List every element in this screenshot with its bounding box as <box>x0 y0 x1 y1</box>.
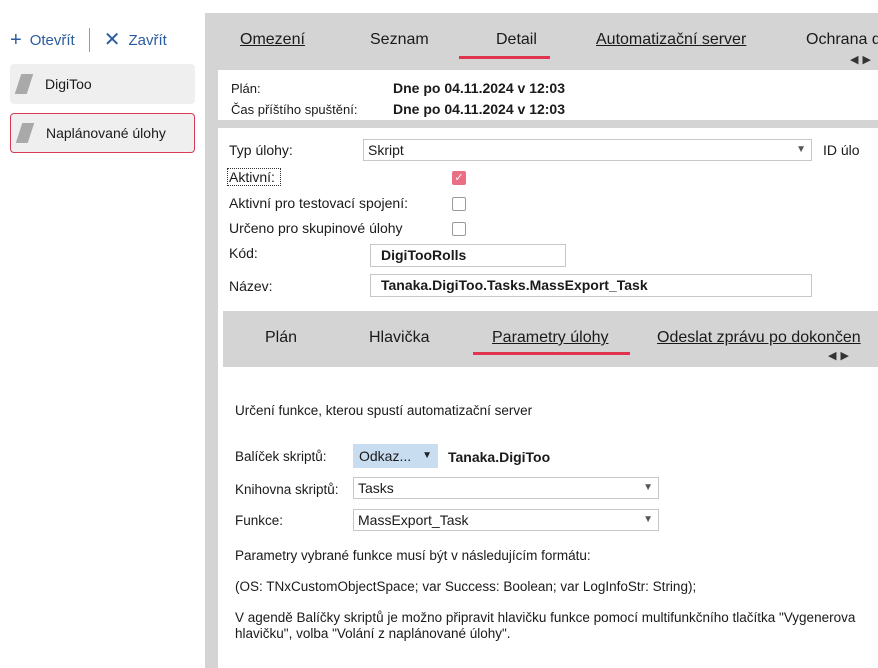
task-form: Typ úlohy: Skript ▼ ID úlo Aktivní: ✓ Ak… <box>218 128 878 668</box>
next-run-value: Dne po 04.11.2024 v 12:03 <box>393 101 565 117</box>
code-label: Kód: <box>229 245 258 261</box>
tab-label: Plán <box>265 329 298 346</box>
tab-seznam[interactable]: Seznam <box>370 31 429 49</box>
tab-parametry[interactable]: Parametry úlohy <box>492 329 609 347</box>
tab-label: Seznam <box>370 31 429 48</box>
package-button-label: Odkaz... <box>359 448 412 464</box>
chevron-down-icon: ▼ <box>643 514 653 525</box>
chevron-down-icon: ▼ <box>796 144 806 155</box>
sub-tab-scroll-arrows: ◀ ▶ <box>828 349 849 362</box>
schedule-info: Plán: Dne po 04.11.2024 v 12:03 Čas příš… <box>218 70 878 120</box>
name-input[interactable]: Tanaka.DigiToo.Tasks.MassExport_Task <box>370 274 812 297</box>
plan-label: Plán: <box>231 81 261 96</box>
tab-detail[interactable]: Detail <box>496 31 537 49</box>
library-value: Tasks <box>358 480 394 496</box>
plus-icon: + <box>10 29 22 51</box>
code-input[interactable]: DigiTooRolls <box>370 244 566 267</box>
library-label: Knihovna skriptů: <box>235 482 339 497</box>
tab-scroll-arrows: ◀ ▶ <box>850 53 871 66</box>
sidebar-item-scheduled-tasks[interactable]: Naplánované úlohy <box>10 113 195 153</box>
tab-label: Odeslat zprávu po dokončen <box>657 329 861 346</box>
tab-label: Hlavička <box>369 329 430 346</box>
sidebar-item-label: DigiToo <box>45 76 92 92</box>
chevron-down-icon: ▼ <box>643 482 653 493</box>
tab-plan[interactable]: Plán <box>265 329 297 347</box>
task-type-value: Skript <box>368 142 404 158</box>
arrow-right-icon[interactable]: ▶ <box>840 349 848 362</box>
open-label: Otevřít <box>29 31 75 49</box>
sidebar-item-label: Naplánované úlohy <box>46 125 166 141</box>
tab-odeslat-zpravu[interactable]: Odeslat zprávu po dokončen <box>657 329 861 347</box>
caret-down-icon: ▼ <box>422 450 432 461</box>
arrow-right-icon[interactable]: ▶ <box>862 53 870 66</box>
main-tab-bar: Omezení Seznam Detail Automatizační serv… <box>205 13 878 68</box>
tab-label: Ochrana d <box>806 31 878 48</box>
left-panel: + Otevřít ✕ Zavřít DigiToo Naplánované ú… <box>0 0 205 668</box>
tab-label: Parametry úlohy <box>492 329 609 346</box>
tab-automation-server[interactable]: Automatizační server <box>596 31 746 49</box>
active-tab-indicator <box>459 56 550 59</box>
test-connection-label: Aktivní pro testovací spojení: <box>229 195 408 211</box>
task-type-select[interactable]: Skript ▼ <box>363 139 812 161</box>
detail-panel: Omezení Seznam Detail Automatizační serv… <box>205 13 878 668</box>
tab-ochrana[interactable]: Ochrana d <box>806 31 878 49</box>
group-task-checkbox[interactable] <box>452 222 466 236</box>
plan-value: Dne po 04.11.2024 v 12:03 <box>393 80 565 96</box>
close-button[interactable]: ✕ Zavřít <box>104 30 167 50</box>
arrow-left-icon[interactable]: ◀ <box>850 53 858 66</box>
group-task-label: Určeno pro skupinové úlohy <box>229 220 403 236</box>
check-icon: ✓ <box>454 172 464 184</box>
task-type-label: Typ úlohy: <box>229 142 293 158</box>
open-button[interactable]: + Otevřít <box>10 30 75 50</box>
help-note-line1: V agendě Balíčky skriptů je možno připra… <box>235 610 856 625</box>
tab-label: Automatizační server <box>596 31 747 48</box>
toolbar-divider <box>88 28 90 52</box>
tab-label: Omezení <box>240 31 305 48</box>
test-connection-checkbox[interactable] <box>452 197 466 211</box>
slash-icon <box>14 74 34 94</box>
help-note-line2: hlavičku", volba "Volání z naplánované ú… <box>235 626 511 641</box>
tab-label: Detail <box>496 31 537 48</box>
sub-tab-bar: Plán Hlavička Parametry úlohy Odeslat zp… <box>223 311 878 367</box>
signature-note: (OS: TNxCustomObjectSpace; var Success: … <box>235 579 697 594</box>
function-select[interactable]: MassExport_Task ▼ <box>353 509 659 531</box>
slash-icon <box>15 123 35 143</box>
package-link-dropdown[interactable]: Odkaz... ▼ <box>353 444 438 468</box>
id-label: ID úlo <box>823 142 860 158</box>
active-label: Aktivní: <box>229 169 275 185</box>
function-value: MassExport_Task <box>358 512 469 528</box>
params-intro: Určení funkce, kterou spustí automatizač… <box>235 403 533 418</box>
active-checkbox[interactable]: ✓ <box>452 171 466 185</box>
tab-hlavicka[interactable]: Hlavička <box>369 329 429 347</box>
close-icon: ✕ <box>103 29 121 51</box>
package-label: Balíček skriptů: <box>235 449 327 464</box>
close-label: Zavřít <box>128 31 167 49</box>
tab-omezeni[interactable]: Omezení <box>240 31 305 49</box>
arrow-left-icon[interactable]: ◀ <box>828 349 836 362</box>
format-note: Parametry vybrané funkce musí být v násl… <box>235 548 591 563</box>
next-run-label: Čas příštího spuštění: <box>231 102 358 117</box>
name-label: Název: <box>229 278 273 294</box>
function-label: Funkce: <box>235 513 284 528</box>
toolbar: + Otevřít ✕ Zavřít <box>10 26 167 54</box>
package-value: Tanaka.DigiToo <box>448 449 551 465</box>
library-select[interactable]: Tasks ▼ <box>353 477 659 499</box>
sidebar-item-digitoo[interactable]: DigiToo <box>10 64 195 104</box>
active-tab-indicator <box>473 352 630 355</box>
